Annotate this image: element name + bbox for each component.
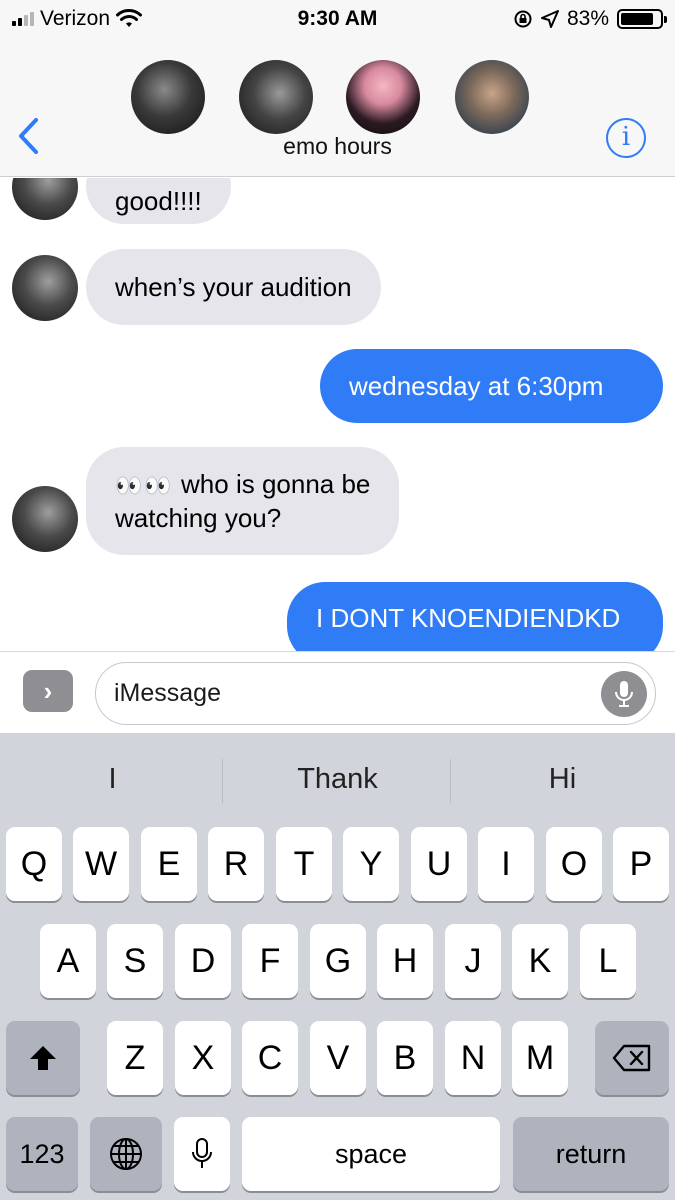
keyboard: I Thank Hi Q W E R T Y U I O P A S D F G… xyxy=(0,733,675,1200)
avatar xyxy=(455,60,529,134)
message-text: good!!!! xyxy=(115,185,202,216)
message-text: who is gonna be xyxy=(181,468,371,499)
key[interactable]: P xyxy=(613,827,669,901)
globe-key[interactable] xyxy=(90,1117,162,1191)
group-avatars[interactable] xyxy=(0,60,675,134)
avatar xyxy=(346,60,420,134)
key[interactable]: Q xyxy=(6,827,62,901)
key[interactable]: A xyxy=(40,924,96,998)
key[interactable]: J xyxy=(445,924,501,998)
eyes-emoji: 👀👀 xyxy=(115,472,174,498)
sender-avatar xyxy=(12,178,78,220)
key[interactable]: I xyxy=(478,827,534,901)
sender-avatar xyxy=(12,486,78,552)
message-text: wednesday at 6:30pm xyxy=(349,370,604,401)
message-bubble[interactable]: good!!!! xyxy=(86,178,231,224)
message-text: when’s your audition xyxy=(115,271,352,302)
sender-avatar xyxy=(12,255,78,321)
key[interactable]: X xyxy=(175,1021,231,1095)
group-name[interactable]: emo hours xyxy=(0,133,675,160)
numbers-key[interactable]: 123 xyxy=(6,1117,78,1191)
battery-icon xyxy=(617,9,667,29)
dictation-key[interactable] xyxy=(174,1117,230,1191)
key[interactable]: U xyxy=(411,827,467,901)
key[interactable]: W xyxy=(73,827,129,901)
status-right: 83% xyxy=(513,7,667,31)
key[interactable]: O xyxy=(546,827,602,901)
suggestion[interactable]: Hi xyxy=(450,733,675,825)
key[interactable]: G xyxy=(310,924,366,998)
message-line: 👀👀 who is gonna be xyxy=(115,468,370,502)
suggestion-divider xyxy=(222,759,223,803)
microphone-icon xyxy=(192,1138,212,1168)
message-bubble[interactable]: I DONT KNOENDIENDKD xyxy=(287,582,663,651)
shift-arrow-icon xyxy=(30,1046,56,1070)
message-bubble[interactable]: when’s your audition xyxy=(86,249,381,325)
message-list[interactable]: good!!!! when’s your audition wednesday … xyxy=(0,178,675,651)
key[interactable]: H xyxy=(377,924,433,998)
battery-percent: 83% xyxy=(566,7,609,30)
key[interactable]: Y xyxy=(343,827,399,901)
apps-drawer-button[interactable]: › xyxy=(23,670,73,712)
key[interactable]: R xyxy=(208,827,264,901)
key[interactable]: K xyxy=(512,924,568,998)
suggestion[interactable]: Thank xyxy=(225,733,450,825)
avatar xyxy=(131,60,205,134)
key[interactable]: D xyxy=(175,924,231,998)
status-bar: Verizon 9:30 AM 83% xyxy=(0,0,675,38)
key[interactable]: M xyxy=(512,1021,568,1095)
key[interactable]: V xyxy=(310,1021,366,1095)
key[interactable]: L xyxy=(580,924,636,998)
avatar xyxy=(239,60,313,134)
microphone-icon xyxy=(615,681,633,707)
message-field[interactable] xyxy=(95,662,656,725)
key[interactable]: E xyxy=(141,827,197,901)
info-button[interactable]: i xyxy=(606,118,646,158)
key[interactable]: C xyxy=(242,1021,298,1095)
delete-key[interactable] xyxy=(595,1021,669,1095)
message-bubble[interactable]: 👀👀 who is gonna be watching you? xyxy=(86,447,400,555)
backspace-icon xyxy=(612,1044,651,1072)
compose-bar: › xyxy=(0,651,675,733)
key[interactable]: B xyxy=(377,1021,433,1095)
location-arrow-icon xyxy=(540,10,559,28)
globe-icon xyxy=(110,1138,142,1170)
key[interactable]: S xyxy=(107,924,163,998)
message-text: watching you? xyxy=(115,502,282,533)
message-input[interactable] xyxy=(114,663,594,723)
space-key[interactable]: space xyxy=(242,1117,500,1191)
predictive-bar: I Thank Hi xyxy=(0,733,675,825)
key[interactable]: Z xyxy=(107,1021,163,1095)
key[interactable]: F xyxy=(242,924,298,998)
key[interactable]: N xyxy=(445,1021,501,1095)
message-text: I DONT KNOENDIENDKD xyxy=(316,602,621,633)
return-key[interactable]: return xyxy=(513,1117,669,1191)
message-bubble[interactable]: wednesday at 6:30pm xyxy=(320,349,663,423)
dictation-button[interactable] xyxy=(601,671,647,717)
suggestion[interactable]: I xyxy=(0,733,225,825)
key[interactable]: T xyxy=(276,827,332,901)
orientation-lock-icon xyxy=(514,10,532,28)
conversation-header: emo hours i xyxy=(0,38,675,177)
shift-key[interactable] xyxy=(6,1021,80,1095)
